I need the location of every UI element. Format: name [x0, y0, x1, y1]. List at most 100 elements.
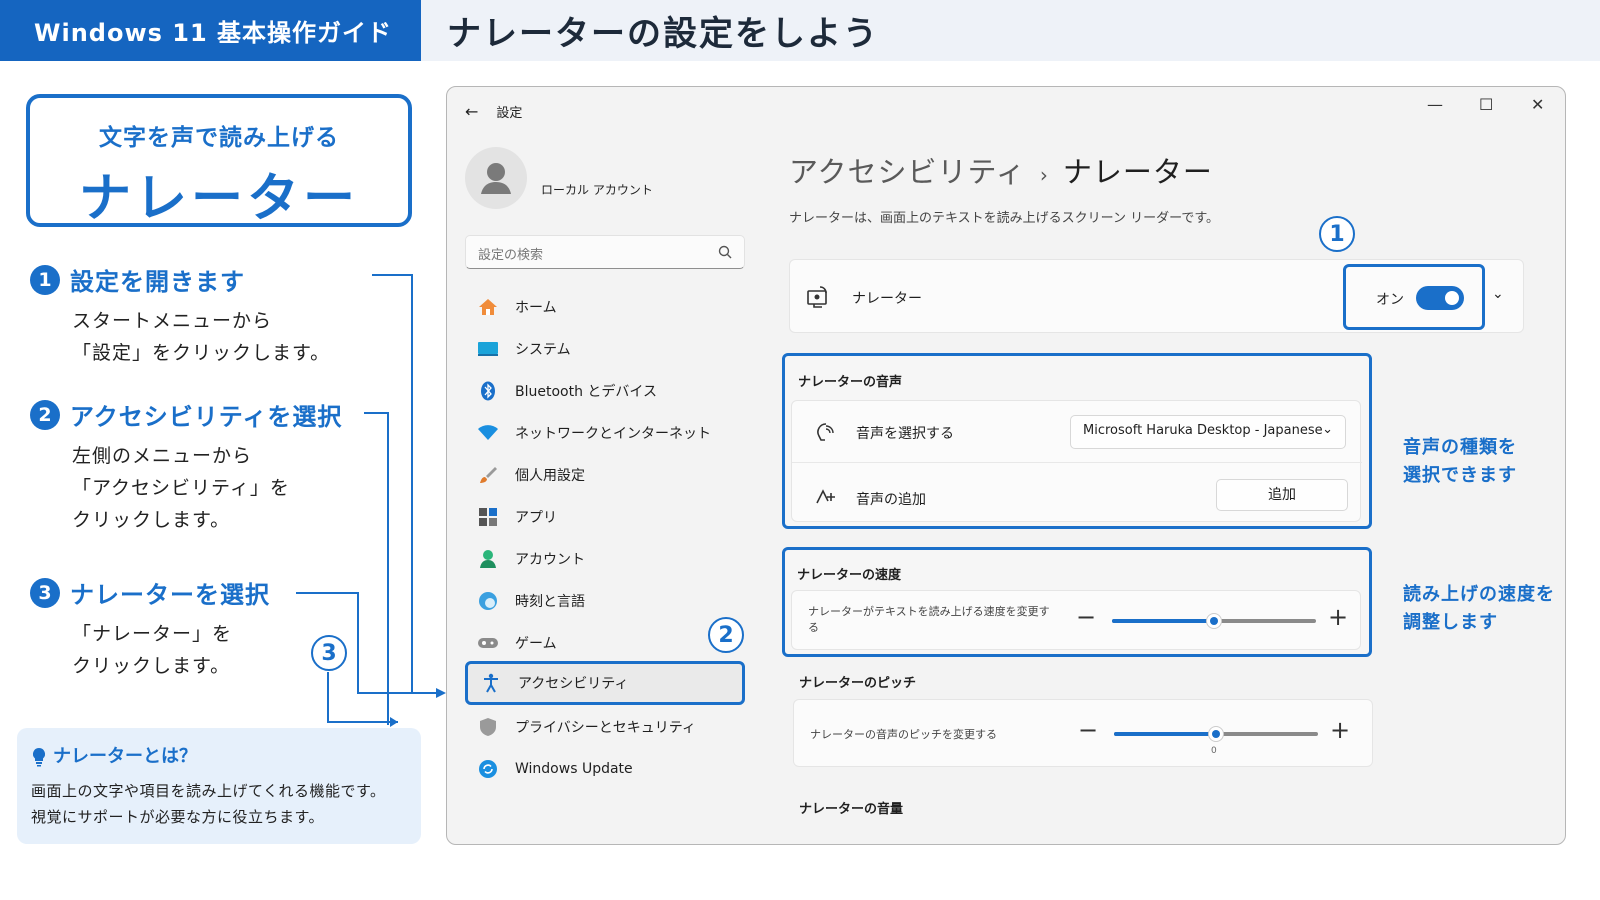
chevron-down-icon: ⌄ [1322, 422, 1333, 437]
speed-card: ナレーターがテキストを読み上げる速度を変更す る − + [791, 590, 1361, 650]
shield-icon [475, 717, 501, 737]
info-title: ナレーターとは？ [53, 746, 197, 767]
info-box: ナレーターとは？ 画面上の文字や項目を読み上げてくれる機能です。 視覚にサポート… [17, 728, 421, 844]
minimize-icon[interactable]: — [1427, 95, 1443, 114]
voice-add-icon [816, 489, 835, 504]
breadcrumb-separator: › [1039, 163, 1049, 187]
pitch-row-label: ナレーターの音声のピッチを変更する [810, 728, 997, 741]
voice-add-label: 音声の追加 [856, 492, 926, 508]
close-icon[interactable]: ✕ [1531, 95, 1544, 114]
sidebar-item-network[interactable]: ネットワークとインターネット [465, 413, 745, 453]
breadcrumb: アクセシビリティ › ナレーター [789, 149, 1213, 191]
slider-fill [1114, 732, 1216, 736]
avatar[interactable] [465, 147, 527, 209]
wifi-icon [475, 423, 501, 443]
voice-select-icon [817, 423, 834, 441]
sidebar-item-apps[interactable]: アプリ [465, 497, 745, 537]
voice-card: 音声を選択する Microsoft Haruka Desktop - Japan… [791, 400, 1362, 522]
pitch-section-title: ナレーターのピッチ [799, 676, 917, 691]
slider-thumb[interactable] [1206, 613, 1222, 629]
sidebar-item-label: アクセシビリティ [518, 676, 629, 692]
sidebar-item-label: ネットワークとインターネット [515, 426, 711, 442]
narrator-label: ナレーター [852, 291, 922, 307]
voice-select-label: 音声を選択する [856, 426, 954, 442]
speed-row-label-line: ナレーターがテキストを読み上げる速度を変更す [808, 605, 1050, 618]
speed-section: ナレーターの速度 ナレーターがテキストを読み上げる速度を変更す る − + [782, 547, 1372, 657]
brush-icon [475, 465, 501, 485]
speed-note: 読み上げの速度を 調整します [1403, 581, 1555, 637]
sidebar-item-personalization[interactable]: 個人用設定 [465, 455, 745, 495]
sidebar-item-windows-update[interactable]: Windows Update [465, 749, 745, 789]
volume-section-title: ナレーターの音量 [799, 802, 904, 817]
callout-2: 2 [708, 617, 744, 653]
slider-thumb[interactable] [1208, 726, 1224, 742]
sidebar-item-gaming[interactable]: ゲーム [465, 623, 745, 663]
narrator-icon [807, 286, 827, 308]
decrease-speed-button[interactable]: − [1076, 603, 1096, 631]
search-placeholder: 設定の検索 [478, 248, 544, 263]
breadcrumb-parent[interactable]: アクセシビリティ [789, 155, 1026, 189]
search-icon [718, 245, 732, 259]
narrator-toggle-card: ナレーター オン ⌄ [789, 259, 1524, 333]
speed-row-label-line: る [808, 621, 819, 634]
narrator-toggle[interactable]: オン [1343, 264, 1485, 330]
bluetooth-icon [475, 381, 501, 401]
sidebar-item-label: アプリ [515, 510, 557, 526]
decrease-pitch-button[interactable]: − [1078, 716, 1098, 744]
update-icon [475, 759, 501, 779]
voice-select-dropdown[interactable]: Microsoft Haruka Desktop - Japanese ⌄ [1070, 415, 1346, 449]
chevron-down-icon[interactable]: ⌄ [1492, 286, 1504, 302]
sidebar-item-label: Bluetooth とデバイス [515, 384, 657, 400]
voice-section-title: ナレーターの音声 [798, 375, 903, 390]
account-icon [475, 549, 501, 569]
pitch-value-label: 0 [1211, 746, 1217, 756]
sidebar-item-accessibility[interactable]: アクセシビリティ [465, 661, 745, 705]
speed-row-label: ナレーターがテキストを読み上げる速度を変更す る [808, 604, 1050, 636]
globe-icon [475, 591, 501, 611]
increase-speed-button[interactable]: + [1328, 603, 1348, 631]
info-line: 視覚にサポートが必要な方に役立ちます。 [31, 808, 325, 826]
sidebar-item-label: ゲーム [515, 636, 557, 652]
sidebar-item-home[interactable]: ホーム [465, 287, 745, 327]
sidebar-item-label: ホーム [515, 300, 557, 316]
sidebar-item-system[interactable]: システム [465, 329, 745, 369]
speed-note-line: 読み上げの速度を [1403, 584, 1555, 605]
breadcrumb-current: ナレーター [1062, 155, 1213, 189]
sidebar-item-privacy[interactable]: プライバシーとセキュリティ [465, 707, 745, 747]
accessibility-icon [478, 673, 504, 693]
sidebar-item-label: Windows Update [515, 761, 633, 777]
increase-pitch-button[interactable]: + [1330, 716, 1350, 744]
lightbulb-icon [32, 747, 46, 767]
speed-slider[interactable] [1112, 613, 1316, 629]
maximize-icon[interactable]: ☐ [1479, 95, 1493, 114]
apps-icon [475, 507, 501, 527]
sidebar-item-time-language[interactable]: 時刻と言語 [465, 581, 745, 621]
add-voice-button[interactable]: 追加 [1216, 479, 1348, 511]
back-arrow-icon[interactable]: ← [465, 102, 478, 121]
slider-fill [1112, 619, 1214, 623]
speed-section-title: ナレーターの速度 [797, 568, 902, 583]
sidebar-item-accounts[interactable]: アカウント [465, 539, 745, 579]
settings-window: ← 設定 — ☐ ✕ ローカル アカウント 設定の検索 ホーム システム Blu… [446, 86, 1566, 845]
voice-note-line: 音声の種類を [1403, 437, 1517, 458]
speed-note-line: 調整します [1403, 612, 1498, 633]
info-line: 画面上の文字や項目を読み上げてくれる機能です。 [31, 782, 386, 800]
search-input[interactable]: 設定の検索 [465, 235, 745, 269]
voice-note-line: 選択できます [1403, 465, 1517, 486]
voice-note: 音声の種類を 選択できます [1403, 434, 1517, 490]
sidebar-item-label: 時刻と言語 [515, 594, 585, 610]
callout-3: 3 [311, 635, 347, 671]
page-description: ナレーターは、画面上のテキストを読み上げるスクリーン リーダーです。 [789, 211, 1220, 226]
divider [792, 462, 1362, 463]
voice-select-value: Microsoft Haruka Desktop - Japanese [1083, 423, 1323, 438]
sidebar-item-bluetooth[interactable]: Bluetooth とデバイス [465, 371, 745, 411]
callout-1: 1 [1319, 216, 1355, 252]
sidebar-item-label: アカウント [515, 552, 585, 568]
pitch-slider[interactable] [1114, 726, 1318, 742]
toggle-switch[interactable] [1416, 286, 1464, 310]
account-name: ローカル アカウント [541, 183, 653, 197]
window-title: 設定 [496, 106, 523, 121]
gamepad-icon [475, 633, 501, 653]
pitch-card: ナレーターの音声のピッチを変更する − 0 + [793, 699, 1373, 767]
sidebar-item-label: 個人用設定 [515, 468, 585, 484]
